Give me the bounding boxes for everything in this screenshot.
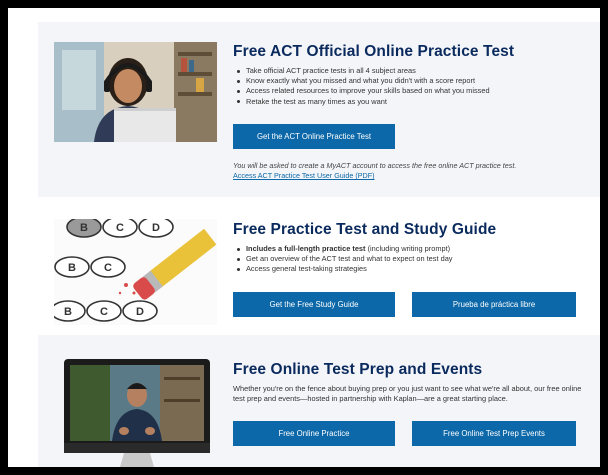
- free-online-practice-button[interactable]: Free Online Practice: [233, 421, 395, 446]
- bubble-label: D: [152, 222, 160, 234]
- list-item: Get an overview of the ACT test and what…: [233, 254, 586, 264]
- list-item: Access general test-taking strategies: [233, 264, 586, 274]
- bubble-label: C: [104, 262, 112, 274]
- user-guide-link[interactable]: Access ACT Practice Test User Guide (PDF…: [233, 171, 586, 181]
- list-item: Know exactly what you missed and what yo…: [233, 76, 586, 86]
- bubble-label: C: [116, 222, 124, 234]
- list-item: Includes a full-length practice test (in…: [233, 244, 586, 254]
- section-title: Free ACT Official Online Practice Test: [233, 43, 515, 60]
- section-test-prep-events: Free Online Test Prep and Events Whether…: [38, 335, 600, 467]
- monitor-video-image: [54, 355, 217, 467]
- list-item-rest: (including writing prompt): [365, 244, 451, 253]
- section-online-practice-test: Free ACT Official Online Practice Test T…: [38, 22, 600, 197]
- bubble-label: B: [64, 306, 72, 318]
- feature-list: Take official ACT practice tests in all …: [233, 66, 586, 107]
- get-online-practice-test-button[interactable]: Get the ACT Online Practice Test: [233, 124, 395, 149]
- student-with-headset-image: [54, 42, 217, 142]
- list-item: Access related resources to improve your…: [233, 86, 586, 96]
- spanish-practice-test-button[interactable]: Prueba de práctica libre: [412, 292, 576, 317]
- bubble-label: B: [68, 262, 76, 274]
- account-note: You will be asked to create a MyACT acco…: [233, 161, 517, 170]
- bubble-label: C: [100, 306, 108, 318]
- bubble-label: D: [136, 306, 144, 318]
- free-test-prep-events-button[interactable]: Free Online Test Prep Events: [412, 421, 576, 446]
- list-item: Take official ACT practice tests in all …: [233, 66, 586, 76]
- feature-list: Includes a full-length practice test (in…: [233, 244, 586, 275]
- page-frame: Free ACT Official Online Practice Test T…: [4, 4, 604, 471]
- section-title: Free Practice Test and Study Guide: [233, 221, 497, 238]
- section-study-guide: B C D B C B C D Free Practice Test and S…: [38, 197, 600, 335]
- answer-bubbles-pencil-image: B C D B C B C D: [54, 219, 217, 325]
- get-study-guide-button[interactable]: Get the Free Study Guide: [233, 292, 395, 317]
- section-description: Whether you're on the fence about buying…: [233, 384, 582, 404]
- list-item: Retake the test as many times as you wan…: [233, 97, 586, 107]
- list-item-bold: Includes a full-length practice test: [246, 244, 366, 253]
- bubble-label: B: [80, 222, 88, 234]
- section-title: Free Online Test Prep and Events: [233, 361, 483, 378]
